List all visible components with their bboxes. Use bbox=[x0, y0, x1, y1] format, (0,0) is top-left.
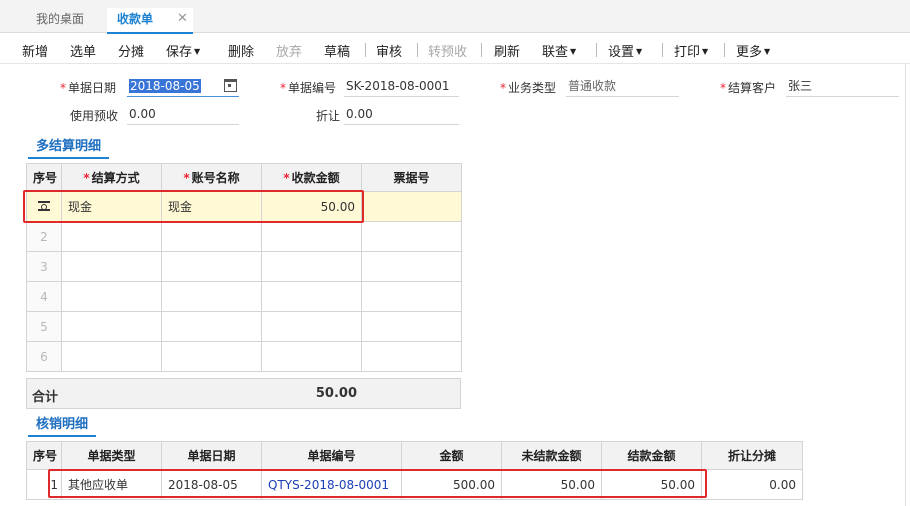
select-order-button[interactable]: 选单 bbox=[70, 41, 96, 60]
col-doc-no: 单据编号 bbox=[261, 441, 402, 470]
toolbar-divider bbox=[724, 43, 725, 57]
total-value: 50.00 bbox=[315, 386, 357, 401]
discount-field[interactable]: 0.00 bbox=[344, 105, 459, 125]
col-doc-type: 单据类型 bbox=[61, 441, 162, 470]
row-settings-cell[interactable] bbox=[26, 191, 62, 222]
split-button[interactable]: 分摊 bbox=[118, 41, 144, 60]
tab-receipt[interactable]: 收款单 ✕ bbox=[107, 8, 193, 34]
biz-type-field[interactable]: 普通收款 bbox=[566, 77, 679, 97]
link-query-label: 联查 bbox=[542, 45, 569, 60]
doc-date-cell[interactable]: 2018-08-05 bbox=[161, 469, 262, 500]
table-row[interactable]: 3 bbox=[26, 251, 462, 282]
verify-section-title: 核销明细 bbox=[28, 413, 97, 437]
amount-cell[interactable]: 500.00 bbox=[401, 469, 502, 500]
settings-button[interactable]: 设置 ▼ bbox=[608, 41, 642, 60]
doc-no-field[interactable]: SK-2018-08-0001 bbox=[344, 77, 459, 97]
customer-label: * 结算客户 bbox=[720, 81, 777, 95]
col-discount-split: 折让分摊 bbox=[701, 441, 803, 470]
chevron-down-icon: ▼ bbox=[570, 47, 577, 56]
close-icon[interactable]: ✕ bbox=[177, 8, 188, 30]
col-account: * 账号名称 bbox=[161, 163, 262, 192]
verify-table: 序号 单据类型 单据日期 单据编号 金额 未结款金额 结款金额 折让分摊 1 其… bbox=[26, 441, 803, 500]
use-prepaid-field[interactable]: 0.00 bbox=[127, 105, 239, 125]
settlement-total-row: 合计 50.00 bbox=[26, 378, 461, 409]
biz-type-label: * 业务类型 bbox=[500, 81, 557, 95]
row-index: 5 bbox=[26, 311, 62, 342]
ticket-cell[interactable] bbox=[361, 191, 462, 222]
amount-cell[interactable]: 50.00 bbox=[261, 191, 362, 222]
row-index: 6 bbox=[26, 341, 62, 372]
unpaid-cell[interactable]: 50.00 bbox=[501, 469, 602, 500]
to-prepaid-button[interactable]: 转预收 bbox=[428, 41, 467, 60]
table-row[interactable]: 5 bbox=[26, 311, 462, 342]
more-button[interactable]: 更多 ▼ bbox=[736, 41, 770, 60]
settings-icon[interactable] bbox=[38, 200, 50, 211]
toolbar-divider bbox=[596, 43, 597, 57]
tab-bar: 我的桌面 收款单 ✕ bbox=[0, 0, 910, 34]
date-label: * 单据日期 bbox=[60, 81, 117, 95]
date-value: 2018-08-05 bbox=[129, 79, 201, 93]
col-method: * 结算方式 bbox=[61, 163, 162, 192]
table-row[interactable]: 6 bbox=[26, 341, 462, 372]
audit-button[interactable]: 审核 bbox=[376, 41, 402, 60]
account-cell[interactable]: 现金 bbox=[161, 191, 262, 222]
col-amount: * 收款金额 bbox=[261, 163, 362, 192]
settings-label: 设置 bbox=[608, 45, 635, 60]
draft-button[interactable]: 草稿 bbox=[324, 41, 350, 60]
toolbar: 新增 选单 分摊 保存 ▼ 删除 放弃 草稿 审核 转预收 刷新 联查 ▼ 设置 ▼ … bbox=[0, 34, 910, 64]
verify-header-row: 序号 单据类型 单据日期 单据编号 金额 未结款金额 结款金额 折让分摊 bbox=[26, 441, 803, 470]
more-label: 更多 bbox=[736, 45, 763, 60]
save-label: 保存 bbox=[166, 45, 193, 60]
settlement-section-title: 多结算明细 bbox=[28, 135, 110, 159]
toolbar-divider bbox=[662, 43, 663, 57]
doc-type-cell[interactable]: 其他应收单 bbox=[61, 469, 162, 500]
col-paid: 结款金额 bbox=[601, 441, 702, 470]
toolbar-divider bbox=[481, 43, 482, 57]
col-amount: 金额 bbox=[401, 441, 502, 470]
col-index: 序号 bbox=[26, 441, 62, 470]
row-index: 1 bbox=[26, 469, 62, 500]
chevron-down-icon: ▼ bbox=[702, 47, 709, 56]
col-doc-date: 单据日期 bbox=[161, 441, 262, 470]
print-button[interactable]: 打印 ▼ bbox=[674, 41, 708, 60]
calendar-icon[interactable] bbox=[224, 79, 237, 92]
new-button[interactable]: 新增 bbox=[22, 41, 48, 60]
table-row[interactable]: 4 bbox=[26, 281, 462, 312]
toolbar-divider bbox=[365, 43, 366, 57]
customer-field[interactable]: 张三 bbox=[786, 77, 899, 97]
discount-split-cell[interactable]: 0.00 bbox=[701, 469, 803, 500]
discount-label: 折让 bbox=[316, 109, 341, 123]
doc-no-link[interactable]: QTYS-2018-08-0001 bbox=[261, 469, 402, 500]
save-button[interactable]: 保存 ▼ bbox=[166, 41, 200, 60]
doc-no-label: * 单据编号 bbox=[280, 81, 337, 95]
toolbar-divider bbox=[417, 43, 418, 57]
col-unpaid: 未结款金额 bbox=[501, 441, 602, 470]
chevron-down-icon: ▼ bbox=[764, 47, 771, 56]
tab-my-desktop[interactable]: 我的桌面 bbox=[36, 8, 84, 33]
settlement-header-row: 序号 * 结算方式 * 账号名称 * 收款金额 票据号 bbox=[26, 163, 462, 192]
row-index: 3 bbox=[26, 251, 62, 282]
refresh-button[interactable]: 刷新 bbox=[494, 41, 520, 60]
settlement-table: 序号 * 结算方式 * 账号名称 * 收款金额 票据号 现金 现金 50.00 2 3… bbox=[26, 163, 462, 372]
abandon-button[interactable]: 放弃 bbox=[276, 41, 302, 60]
row-index: 2 bbox=[26, 221, 62, 252]
link-query-button[interactable]: 联查 ▼ bbox=[542, 41, 576, 60]
date-field[interactable]: 2018-08-05 bbox=[127, 77, 239, 97]
chevron-down-icon: ▼ bbox=[636, 47, 643, 56]
total-label: 合计 bbox=[32, 390, 59, 405]
delete-button[interactable]: 删除 bbox=[228, 41, 254, 60]
chevron-down-icon: ▼ bbox=[194, 47, 201, 56]
print-label: 打印 bbox=[674, 45, 701, 60]
use-prepaid-label: 使用预收 bbox=[70, 109, 119, 123]
tab-receipt-label: 收款单 bbox=[117, 12, 154, 26]
col-ticket: 票据号 bbox=[361, 163, 462, 192]
table-row[interactable]: 现金 现金 50.00 bbox=[26, 191, 462, 222]
method-cell[interactable]: 现金 bbox=[61, 191, 162, 222]
row-index: 4 bbox=[26, 281, 62, 312]
col-index: 序号 bbox=[26, 163, 62, 192]
table-row[interactable]: 1 其他应收单 2018-08-05 QTYS-2018-08-0001 500… bbox=[26, 469, 803, 500]
paid-cell[interactable]: 50.00 bbox=[601, 469, 702, 500]
scrollbar-track[interactable] bbox=[905, 64, 906, 506]
table-row[interactable]: 2 bbox=[26, 221, 462, 252]
